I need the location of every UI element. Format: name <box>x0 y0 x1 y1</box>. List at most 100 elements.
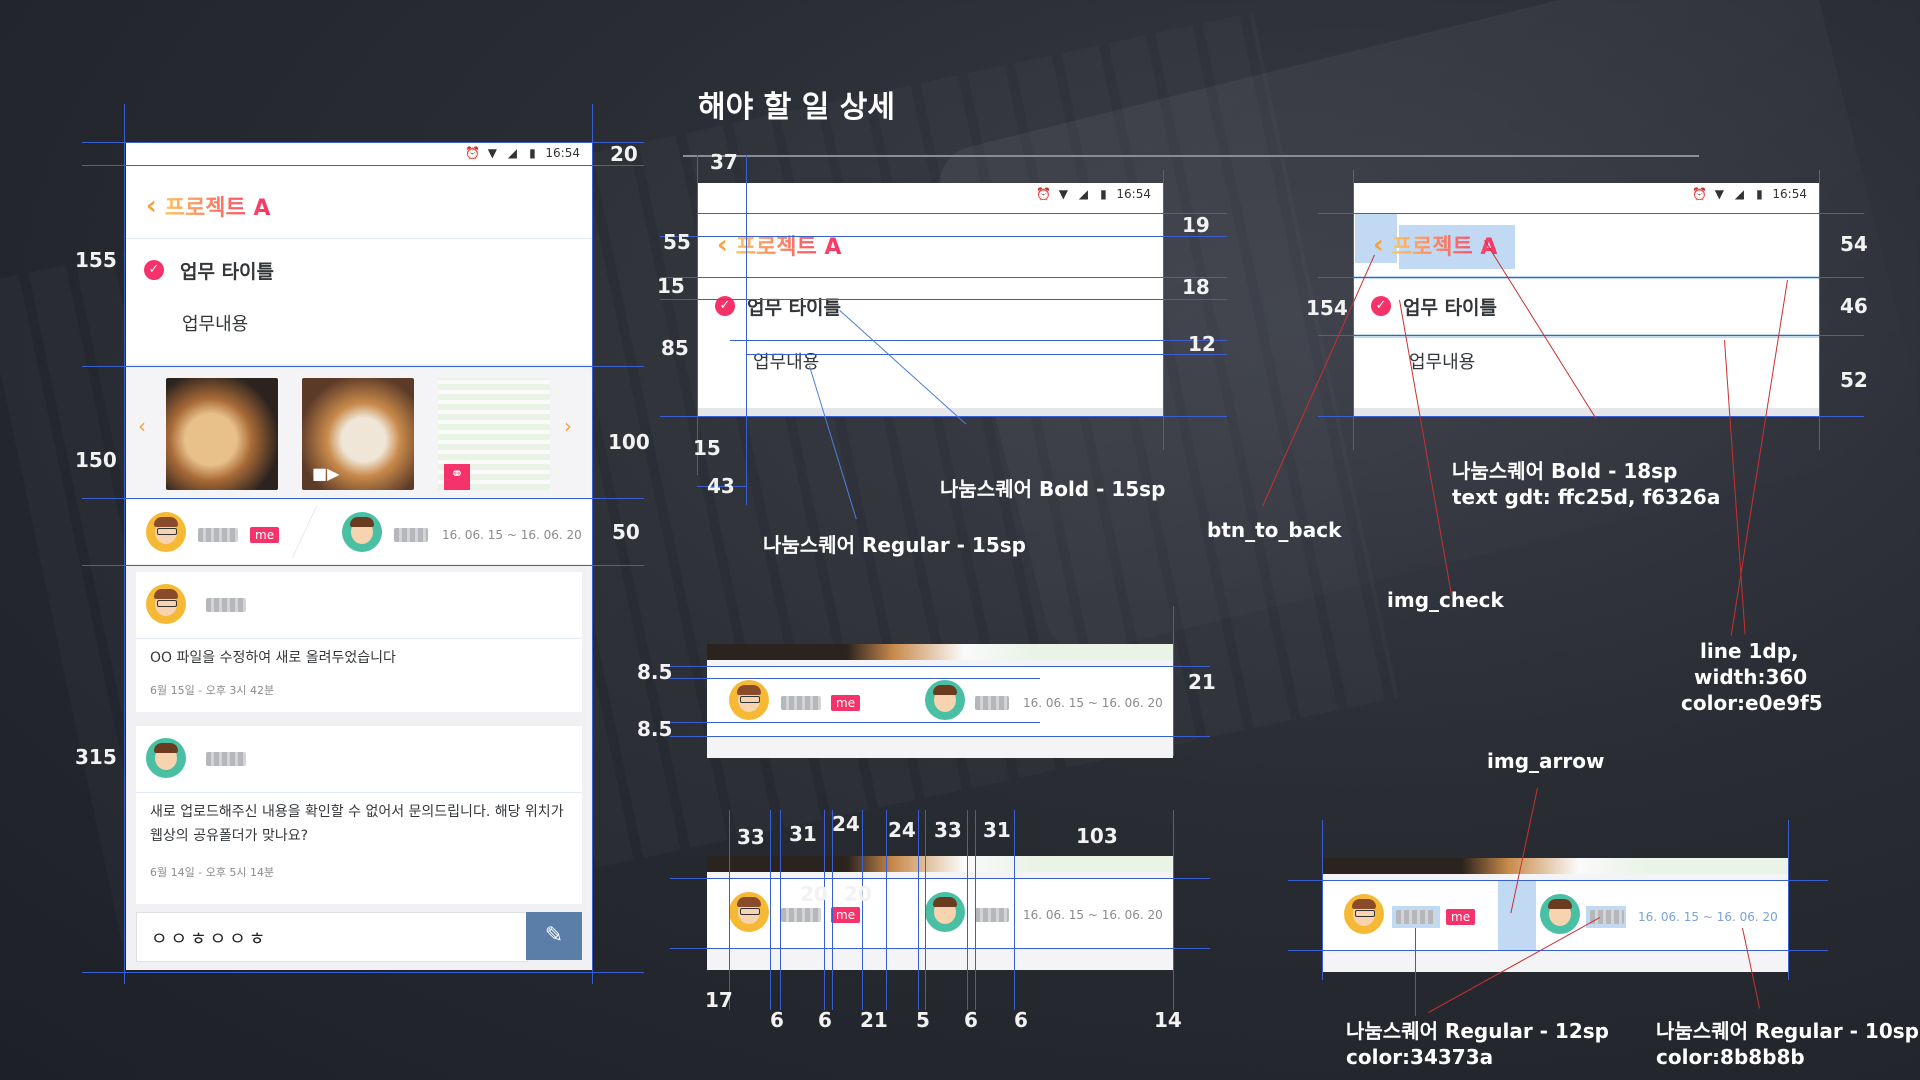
task-title: 업무 타이틀 <box>1403 296 1498 319</box>
measure-label: 6 <box>770 1008 784 1032</box>
annotation-line-spec-1: line 1dp, <box>1700 639 1799 663</box>
guide-line <box>1173 606 1174 756</box>
comment-divider <box>136 638 582 639</box>
guide-line <box>925 810 926 1010</box>
member-row-spec-c: me 16. 06. 15 ~ 16. 06. 20 <box>1322 858 1788 972</box>
right-phone-screen: ⏰ ▼ ◢ ▮ 16:54 ‹ 프로젝트 A ✓ 업무 타이틀 업무내용 <box>1353 183 1819 416</box>
battery-icon: ▮ <box>1756 187 1763 201</box>
measure-label: 14 <box>1154 1008 1182 1032</box>
status-bar: ⏰ ▼ ◢ ▮ 16:54 <box>1353 183 1819 205</box>
guide-line <box>82 165 644 166</box>
screen-bottom-bar <box>1353 408 1819 416</box>
guide-line <box>780 810 781 1010</box>
avatar <box>729 680 769 720</box>
back-chevron-icon[interactable]: ‹ <box>146 191 157 221</box>
guide-line <box>670 678 1040 679</box>
guide-line <box>82 565 644 566</box>
measure-label: 6 <box>818 1008 832 1032</box>
check-icon[interactable]: ✓ <box>144 260 164 280</box>
measure-label: 15 <box>693 436 721 460</box>
header-divider <box>126 238 592 239</box>
battery-icon: ▮ <box>1100 187 1107 201</box>
measure-label: 43 <box>707 474 735 498</box>
guide-line <box>1322 820 1323 980</box>
guide-line <box>1819 170 1820 450</box>
status-bar: ⏰ ▼ ◢ ▮ 16:54 <box>126 142 592 164</box>
arrow-highlight <box>1498 880 1536 950</box>
title-underline <box>683 155 1699 157</box>
wifi-icon: ▼ <box>487 146 498 160</box>
measure-label: 24 <box>888 818 916 842</box>
signal-icon: ◢ <box>507 146 518 160</box>
measure-label: 85 <box>661 336 689 360</box>
measure-label: 20 <box>610 142 638 166</box>
gallery-prev-icon[interactable]: ‹ <box>138 414 146 438</box>
guide-line <box>592 104 593 984</box>
guide-line <box>1353 170 1354 450</box>
task-title: 업무 타이틀 <box>747 296 842 319</box>
guide-line <box>746 354 1227 355</box>
guide-line <box>1318 416 1864 417</box>
link-icon: ⚭ <box>444 464 470 490</box>
battery-icon: ▮ <box>529 146 536 160</box>
comment-input-value: ㅇㅇㅎㅇㅇㅎ <box>151 929 269 950</box>
annotation-regular10-color: color:8b8b8b <box>1656 1045 1805 1069</box>
guide-line <box>770 810 771 1010</box>
task-title: 업무 타이틀 <box>180 260 275 283</box>
task-body: 업무내용 <box>182 314 249 335</box>
annotation-regular12: 나눔스퀘어 Regular - 12sp <box>1346 1019 1609 1043</box>
comment-time: 6월 15일 - 오후 3시 42분 <box>150 684 275 697</box>
gallery-strip <box>707 644 1173 660</box>
measure-label: 55 <box>663 230 691 254</box>
avatar <box>925 680 965 720</box>
guide-line <box>1173 810 1174 1010</box>
avatar <box>1540 894 1580 934</box>
guide-line <box>1788 820 1789 980</box>
left-phone-screen: ⏰ ▼ ◢ ▮ 16:54 ‹ 프로젝트 A ✓ 업무 타이틀 업무내용 ‹ ■… <box>126 142 592 970</box>
guide-line <box>697 213 1227 214</box>
me-badge: me <box>831 907 861 923</box>
requester-name-blurred <box>975 696 1009 710</box>
guide-line <box>660 277 1227 278</box>
guide-line <box>730 340 1227 341</box>
send-button[interactable]: ✎ <box>526 912 582 960</box>
annotation-regular12-color: color:34373a <box>1346 1045 1494 1069</box>
guide-line <box>1014 810 1015 1010</box>
avatar <box>342 512 382 552</box>
attachment-dog-image[interactable] <box>166 378 278 490</box>
measure-label: 54 <box>1840 232 1868 256</box>
measure-label: 19 <box>1182 213 1210 237</box>
gallery-strip <box>1322 858 1788 874</box>
measure-label: 5 <box>916 1008 930 1032</box>
measure-label: 21 <box>1188 670 1216 694</box>
annotation-btn-to-back: btn_to_back <box>1207 518 1342 542</box>
comment-divider <box>136 792 582 793</box>
status-time: 16:54 <box>1772 187 1807 201</box>
commenter-name-blurred <box>206 598 246 612</box>
alarm-icon: ⏰ <box>1692 187 1708 201</box>
guide-line <box>660 236 1227 237</box>
assignee-name-blurred <box>781 696 821 710</box>
guide-line <box>82 498 644 499</box>
guide-line <box>746 155 747 505</box>
measure-label: 8.5 <box>637 660 673 684</box>
gallery-strip <box>707 856 1173 872</box>
comment-input[interactable]: ㅇㅇㅎㅇㅇㅎ <box>136 912 528 962</box>
header-title-row: ‹ 프로젝트 A <box>146 186 592 226</box>
status-bar: ⏰ ▼ ◢ ▮ 16:54 <box>697 183 1163 205</box>
check-icon[interactable]: ✓ <box>1371 296 1391 316</box>
guide-line <box>729 810 730 1010</box>
status-time: 16:54 <box>1116 187 1151 201</box>
avatar <box>146 512 186 552</box>
guide-line <box>1163 170 1164 450</box>
measure-label: 6 <box>964 1008 978 1032</box>
guide-line <box>660 299 1227 300</box>
member-row-spec-b: me 16. 06. 15 ~ 16. 06. 20 <box>707 856 1173 970</box>
gallery-next-icon[interactable]: › <box>564 414 572 438</box>
annotation-line-spec-2: width:360 <box>1694 665 1808 689</box>
annotation-img-arrow: img_arrow <box>1487 749 1605 773</box>
measure-label: 100 <box>608 430 650 454</box>
back-chevron-icon[interactable]: ‹ <box>717 230 728 260</box>
guide-line <box>918 810 919 1010</box>
task-body: 업무내용 <box>1409 352 1476 373</box>
